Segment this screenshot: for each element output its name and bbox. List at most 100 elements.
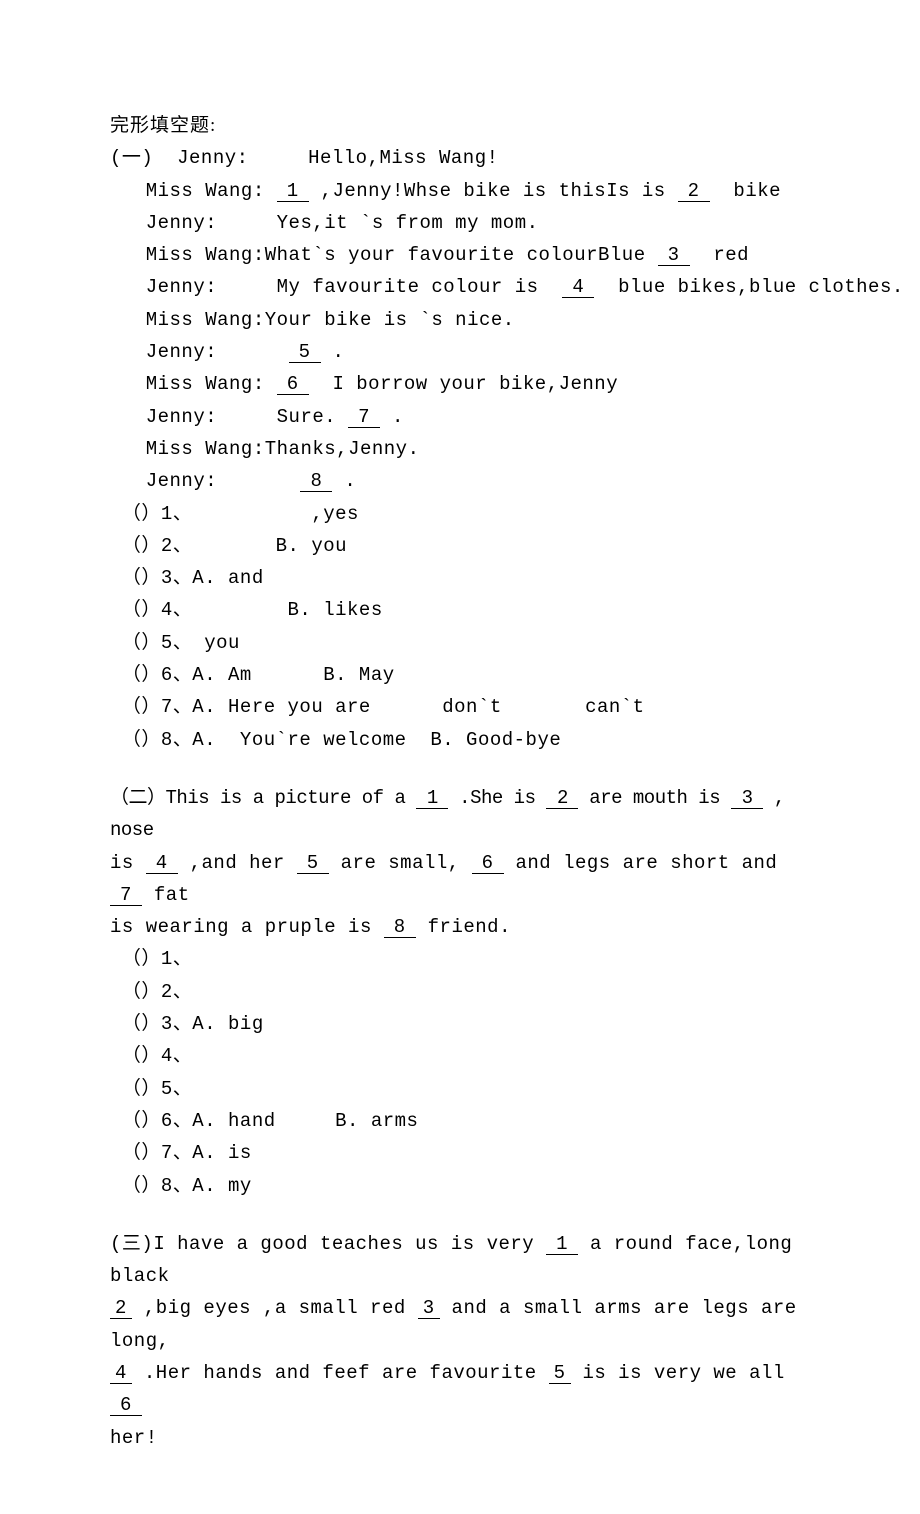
text: Sure. [277,406,348,428]
blank-1[interactable]: 1 [277,182,309,202]
blank-1[interactable]: 1 [416,789,448,809]
speaker: Jenny: [146,276,217,298]
text: and legs are short and [504,852,778,874]
text: I borrow your bike,Jenny [309,373,618,395]
blank-6[interactable]: 6 [110,1396,142,1416]
blank-6[interactable]: 6 [277,375,309,395]
q-text: （）2、 B. you [122,535,347,557]
text: . [332,470,356,492]
blank-7[interactable]: 7 [110,886,142,906]
text: This is a picture of a [166,787,417,809]
dialog-line: Jenny: Yes,it `s from my mom. [110,207,820,239]
header-title: 完形填空题: [110,110,820,142]
blank-3[interactable]: 3 [418,1299,440,1319]
text [265,180,277,202]
q-text: （）6、A. Am B. May [122,664,395,686]
q-text: （）7、A. Here you are don`t can`t [122,696,645,718]
text: Hello,Miss Wang! [308,147,498,169]
blank-2[interactable]: 2 [110,1299,132,1319]
question-row[interactable]: （）6、A. Am B. May [110,659,820,691]
q-text: （）3、A. big [122,1013,264,1035]
dialog-line: Miss Wang: 1 ,Jenny!Whse bike is thisIs … [110,175,820,207]
question-row[interactable]: （）1、 ,yes [110,498,820,530]
dialog-line: Jenny: 8 . [110,465,820,497]
passage-line: (三)I have a good teaches us is very 1 a … [110,1228,820,1293]
blank-6[interactable]: 6 [472,854,504,874]
speaker: Miss Wang: [146,180,265,202]
q-text: （）7、A. is [122,1142,252,1164]
q-text: （）8、A. my [122,1175,252,1197]
blank-8[interactable]: 8 [300,472,332,492]
blank-2[interactable]: 2 [546,789,578,809]
q-text: （）5、 you [122,632,240,654]
question-row[interactable]: （）6、A. hand B. arms [110,1105,820,1137]
passage-line: 2 ,big eyes ,a small red 3 and a small a… [110,1292,820,1357]
passage-line: is 4 ,and her 5 are small, 6 and legs ar… [110,847,820,912]
question-row[interactable]: （）4、 B. likes [110,594,820,626]
blank-5[interactable]: 5 [549,1364,571,1384]
question-row[interactable]: （）2、 B. you [110,530,820,562]
text: Yes,it `s from my mom. [277,212,539,234]
text: is wearing a pruple is [110,916,384,938]
blank-2[interactable]: 2 [678,182,710,202]
exercise-3: (三)I have a good teaches us is very 1 a … [110,1228,820,1454]
question-row[interactable]: （）3、A. big [110,1008,820,1040]
text: I have a good teaches us is very [153,1233,546,1255]
dialog-line: Jenny: Sure. 7 . [110,401,820,433]
q-text: （）2、 [122,981,192,1003]
dialog-line: Jenny: My favourite colour is 4 blue bik… [110,271,820,303]
blank-8[interactable]: 8 [384,918,416,938]
question-row[interactable]: （）7、A. is [110,1137,820,1169]
question-row[interactable]: （）4、 [110,1040,820,1072]
blank-4[interactable]: 4 [562,278,594,298]
question-row[interactable]: （）8、A. You`re welcome B. Good-bye [110,724,820,756]
q-text: （）1、 [122,948,192,970]
text: . [321,341,345,363]
ex3-label: (三) [110,1233,153,1255]
spacer [110,1202,820,1228]
q-text: （）4、 [122,1045,192,1067]
passage-line: 4 .Her hands and feef are favourite 5 is… [110,1357,820,1422]
speaker: Jenny: [146,341,217,363]
question-row[interactable]: （）7、A. Here you are don`t can`t [110,691,820,723]
question-row[interactable]: （）5、 you [110,627,820,659]
text: .She is [448,787,546,809]
blank-7[interactable]: 7 [348,408,380,428]
document-page: 完形填空题: (一) Jenny: Hello,Miss Wang! Miss … [0,0,920,1514]
question-row[interactable]: （）1、 [110,943,820,975]
text: Your bike is `s nice. [265,309,515,331]
question-row[interactable]: （）8、A. my [110,1170,820,1202]
question-row[interactable]: （）3、A. and [110,562,820,594]
question-row[interactable]: （）5、 [110,1073,820,1105]
spacer [110,756,820,782]
blank-4[interactable]: 4 [146,854,178,874]
blank-3[interactable]: 3 [658,246,690,266]
text: ,Jenny!Whse bike is thisIs is [309,180,678,202]
q-text: （）1、 ,yes [122,503,359,525]
blank-5[interactable]: 5 [289,343,321,363]
text: bike [710,180,781,202]
text: friend. [416,916,511,938]
q-text: （）4、 B. likes [122,599,383,621]
text: What`s your favourite colourBlue [265,244,658,266]
passage-line: （二）This is a picture of a 1 .She is 2 ar… [110,782,820,847]
q-text: （）5、 [122,1078,192,1100]
text: My favourite colour is [277,276,563,298]
dialog-line: Miss Wang:Thanks,Jenny. [110,433,820,465]
text: Thanks,Jenny. [265,438,420,460]
text: blue bikes,blue clothes. [594,276,903,298]
blank-3[interactable]: 3 [731,789,763,809]
blank-5[interactable]: 5 [297,854,329,874]
text: ,and her [178,852,297,874]
speaker: Jenny: [177,147,248,169]
text: her! [110,1427,158,1449]
speaker: Jenny: [146,406,217,428]
q-text: （）8、A. You`re welcome B. Good-bye [122,729,561,751]
blank-1[interactable]: 1 [546,1235,578,1255]
dialog-line: Jenny: 5 . [110,336,820,368]
question-row[interactable]: （）2、 [110,976,820,1008]
blank-4[interactable]: 4 [110,1364,132,1384]
exercise-1: (一) Jenny: Hello,Miss Wang! Miss Wang: 1… [110,142,820,756]
text: is is very we all [571,1362,785,1384]
passage-line: is wearing a pruple is 8 friend. [110,911,820,943]
